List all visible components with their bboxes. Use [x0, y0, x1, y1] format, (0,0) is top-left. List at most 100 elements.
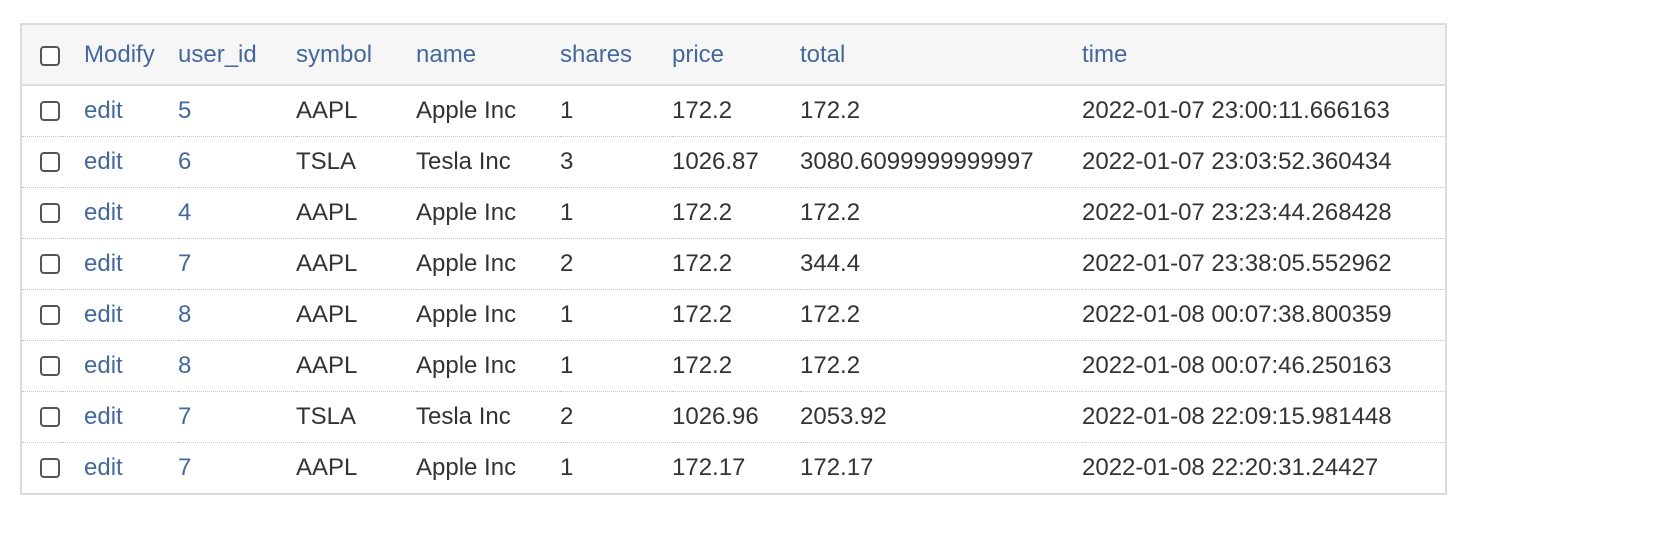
table-row: edit 7 TSLA Tesla Inc 2 1026.96 2053.92 … — [22, 391, 1445, 442]
total-cell: 2053.92 — [800, 402, 887, 430]
time-cell: 2022-01-08 00:07:38.800359 — [1082, 300, 1392, 328]
shares-cell: 2 — [560, 402, 574, 430]
row-checkbox[interactable] — [40, 407, 60, 428]
row-select-cell — [22, 238, 62, 289]
table-row: edit 8 AAPL Apple Inc 1 172.2 172.2 2022… — [22, 289, 1445, 340]
symbol-cell: TSLA — [296, 402, 357, 430]
records-table-container: Modify user_id symbol name shares price … — [20, 23, 1447, 495]
time-cell: 2022-01-07 23:03:52.360434 — [1082, 147, 1392, 175]
header-price[interactable]: price — [672, 25, 800, 85]
total-cell: 344.4 — [800, 249, 861, 277]
edit-link[interactable]: edit — [62, 289, 178, 340]
name-cell: Apple Inc — [416, 198, 517, 226]
edit-link[interactable]: edit — [62, 136, 178, 187]
time-cell: 2022-01-08 00:07:46.250163 — [1082, 351, 1392, 379]
price-cell: 1026.96 — [672, 402, 759, 430]
symbol-cell: AAPL — [296, 453, 358, 481]
select-all-checkbox[interactable] — [40, 46, 60, 67]
edit-link[interactable]: edit — [62, 391, 178, 442]
time-cell: 2022-01-07 23:00:11.666163 — [1082, 96, 1390, 124]
total-cell: 172.17 — [800, 453, 874, 481]
table-row: edit 8 AAPL Apple Inc 1 172.2 172.2 2022… — [22, 340, 1445, 391]
edit-link[interactable]: edit — [62, 442, 178, 493]
header-total[interactable]: total — [800, 25, 1082, 85]
row-select-cell — [22, 442, 62, 493]
records-table: Modify user_id symbol name shares price … — [22, 25, 1445, 493]
total-cell: 3080.6099999999997 — [800, 147, 1034, 175]
edit-link[interactable]: edit — [62, 238, 178, 289]
name-cell: Apple Inc — [416, 351, 517, 379]
table-header: Modify user_id symbol name shares price … — [22, 25, 1445, 85]
row-select-cell — [22, 289, 62, 340]
total-cell: 172.2 — [800, 300, 861, 328]
header-modify[interactable]: Modify — [62, 25, 178, 85]
row-checkbox[interactable] — [40, 203, 60, 224]
header-select-all-cell — [22, 25, 62, 85]
shares-cell: 1 — [560, 96, 574, 124]
table-row: edit 6 TSLA Tesla Inc 3 1026.87 3080.609… — [22, 136, 1445, 187]
table-row: edit 5 AAPL Apple Inc 1 172.2 172.2 2022… — [22, 85, 1445, 136]
price-cell: 1026.87 — [672, 147, 759, 175]
name-cell: Apple Inc — [416, 249, 517, 277]
row-checkbox[interactable] — [40, 254, 60, 275]
total-cell: 172.2 — [800, 351, 861, 379]
user-id-link[interactable]: 5 — [178, 85, 296, 136]
user-id-link[interactable]: 8 — [178, 340, 296, 391]
shares-cell: 1 — [560, 300, 574, 328]
row-select-cell — [22, 85, 62, 136]
edit-link[interactable]: edit — [62, 187, 178, 238]
user-id-link[interactable]: 7 — [178, 391, 296, 442]
shares-cell: 1 — [560, 198, 574, 226]
name-cell: Tesla Inc — [416, 402, 511, 430]
time-cell: 2022-01-07 23:23:44.268428 — [1082, 198, 1392, 226]
row-checkbox[interactable] — [40, 458, 60, 479]
symbol-cell: AAPL — [296, 249, 358, 277]
shares-cell: 3 — [560, 147, 574, 175]
header-time[interactable]: time — [1082, 25, 1445, 85]
row-checkbox[interactable] — [40, 356, 60, 377]
shares-cell: 1 — [560, 351, 574, 379]
user-id-link[interactable]: 6 — [178, 136, 296, 187]
price-cell: 172.2 — [672, 198, 733, 226]
symbol-cell: AAPL — [296, 96, 358, 124]
price-cell: 172.2 — [672, 351, 733, 379]
user-id-link[interactable]: 7 — [178, 442, 296, 493]
user-id-link[interactable]: 4 — [178, 187, 296, 238]
row-checkbox[interactable] — [40, 101, 60, 122]
symbol-cell: AAPL — [296, 300, 358, 328]
price-cell: 172.2 — [672, 249, 733, 277]
price-cell: 172.17 — [672, 453, 746, 481]
row-select-cell — [22, 136, 62, 187]
user-id-link[interactable]: 8 — [178, 289, 296, 340]
name-cell: Apple Inc — [416, 300, 517, 328]
name-cell: Apple Inc — [416, 96, 517, 124]
shares-cell: 1 — [560, 453, 574, 481]
user-id-link[interactable]: 7 — [178, 238, 296, 289]
name-cell: Tesla Inc — [416, 147, 511, 175]
time-cell: 2022-01-08 22:09:15.981448 — [1082, 402, 1392, 430]
header-name[interactable]: name — [416, 25, 560, 85]
symbol-cell: AAPL — [296, 198, 358, 226]
total-cell: 172.2 — [800, 198, 861, 226]
name-cell: Apple Inc — [416, 453, 517, 481]
symbol-cell: AAPL — [296, 351, 358, 379]
header-symbol[interactable]: symbol — [296, 25, 416, 85]
header-user-id[interactable]: user_id — [178, 25, 296, 85]
row-select-cell — [22, 187, 62, 238]
symbol-cell: TSLA — [296, 147, 357, 175]
row-checkbox[interactable] — [40, 152, 60, 173]
row-checkbox[interactable] — [40, 305, 60, 326]
table-row: edit 7 AAPL Apple Inc 1 172.17 172.17 20… — [22, 442, 1445, 493]
row-select-cell — [22, 340, 62, 391]
header-row: Modify user_id symbol name shares price … — [22, 25, 1445, 85]
total-cell: 172.2 — [800, 96, 861, 124]
edit-link[interactable]: edit — [62, 85, 178, 136]
row-select-cell — [22, 391, 62, 442]
table-row: edit 7 AAPL Apple Inc 2 172.2 344.4 2022… — [22, 238, 1445, 289]
table-row: edit 4 AAPL Apple Inc 1 172.2 172.2 2022… — [22, 187, 1445, 238]
header-shares[interactable]: shares — [560, 25, 672, 85]
edit-link[interactable]: edit — [62, 340, 178, 391]
time-cell: 2022-01-08 22:20:31.24427 — [1082, 453, 1379, 481]
table-body: edit 5 AAPL Apple Inc 1 172.2 172.2 2022… — [22, 85, 1445, 493]
shares-cell: 2 — [560, 249, 574, 277]
